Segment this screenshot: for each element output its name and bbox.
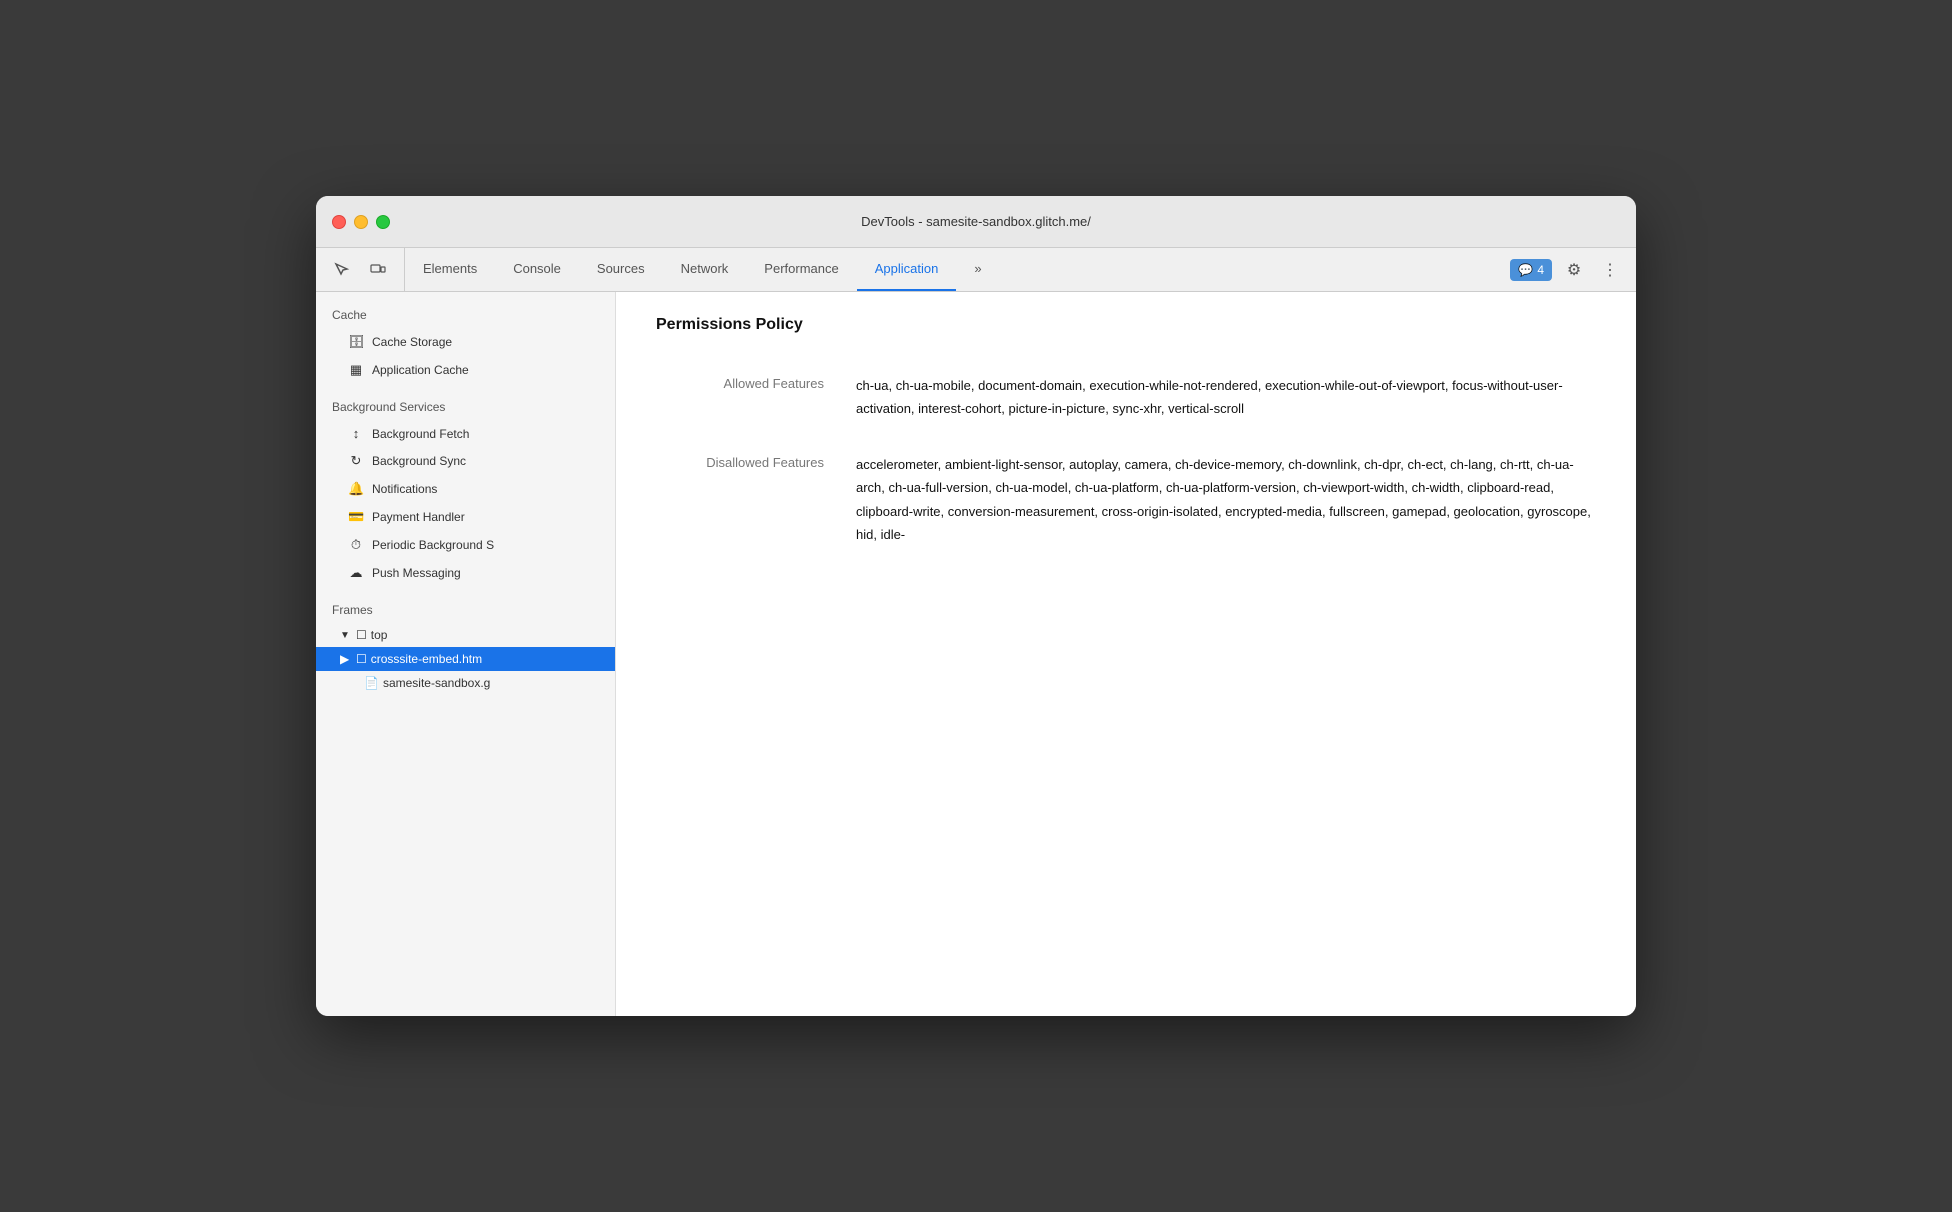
sidebar-item-push-messaging[interactable]: ☁ Push Messaging [316,559,615,587]
sidebar-tree-top-label: top [371,628,388,642]
allowed-features-value: ch-ua, ch-ua-mobile, document-domain, ex… [856,374,1596,421]
disallowed-features-value: accelerometer, ambient-light-sensor, aut… [856,453,1596,547]
sidebar: Cache 🗄 Cache Storage ▦ Application Cach… [316,292,616,1016]
notification-badge[interactable]: 💬 4 [1510,259,1552,281]
titlebar: DevTools - samesite-sandbox.glitch.me/ [316,196,1636,248]
badge-count: 4 [1537,263,1544,277]
sidebar-item-application-cache-label: Application Cache [372,363,469,377]
page-title: Permissions Policy [656,316,1596,334]
fetch-icon: ↕ [348,426,364,441]
allowed-features-label: Allowed Features [656,374,856,391]
sync-icon: ↻ [348,453,364,469]
maximize-button[interactable] [376,215,390,229]
toolbar-left-icons [316,248,405,291]
devtools-window: DevTools - samesite-sandbox.glitch.me/ E… [316,196,1636,1016]
disallowed-features-row: Disallowed Features accelerometer, ambie… [656,437,1596,563]
sidebar-item-background-fetch[interactable]: ↕ Background Fetch [316,420,615,447]
traffic-lights [332,215,390,229]
close-button[interactable] [332,215,346,229]
tab-sources[interactable]: Sources [579,248,663,291]
settings-icon[interactable]: ⚙ [1560,256,1588,284]
tab-application[interactable]: Application [857,248,957,291]
clock-icon: ⏱ [348,537,364,553]
sidebar-item-periodic-background[interactable]: ⏱ Periodic Background S [316,531,615,559]
toolbar-right: 💬 4 ⚙ ⋮ [1498,248,1636,291]
more-options-icon[interactable]: ⋮ [1596,256,1624,284]
sidebar-tree-frame-sub[interactable]: 📄 samesite-sandbox.g [316,671,615,695]
file-icon: 📄 [364,676,379,690]
grid-icon: ▦ [348,362,364,378]
cache-section-header: Cache [316,292,615,328]
sidebar-item-payment-handler[interactable]: 💳 Payment Handler [316,503,615,531]
cloud-icon: ☁ [348,565,364,581]
tab-performance[interactable]: Performance [746,248,856,291]
inspect-icon[interactable] [328,256,356,284]
sidebar-item-payment-handler-label: Payment Handler [372,510,465,524]
toolbar-tabs: Elements Console Sources Network Perform… [405,248,1498,291]
database-icon: 🗄 [348,334,364,350]
chevron-right-icon: ▶ [340,652,352,666]
payment-icon: 💳 [348,509,364,525]
content-area: Permissions Policy Allowed Features ch-u… [616,292,1636,1016]
tab-more[interactable]: » [956,248,999,291]
sidebar-item-background-fetch-label: Background Fetch [372,427,469,441]
sidebar-item-push-messaging-label: Push Messaging [372,566,461,580]
tab-network[interactable]: Network [663,248,747,291]
sidebar-item-background-sync[interactable]: ↻ Background Sync [316,447,615,475]
minimize-button[interactable] [354,215,368,229]
tab-elements[interactable]: Elements [405,248,495,291]
bell-icon: 🔔 [348,481,364,497]
sidebar-item-cache-storage[interactable]: 🗄 Cache Storage [316,328,615,356]
frame-embed-icon: ☐ [356,652,367,666]
toolbar: Elements Console Sources Network Perform… [316,248,1636,292]
window-title: DevTools - samesite-sandbox.glitch.me/ [861,214,1091,229]
sidebar-item-background-sync-label: Background Sync [372,454,466,468]
tab-console[interactable]: Console [495,248,579,291]
background-services-section-header: Background Services [316,384,615,420]
disallowed-features-label: Disallowed Features [656,453,856,470]
sidebar-tree-top[interactable]: ▼ ☐ top [316,623,615,647]
sidebar-item-cache-storage-label: Cache Storage [372,335,452,349]
sidebar-tree-frame-active[interactable]: ▶ ☐ crosssite-embed.htm [316,647,615,671]
allowed-features-row: Allowed Features ch-ua, ch-ua-mobile, do… [656,358,1596,437]
sidebar-tree-frame-active-label: crosssite-embed.htm [371,652,482,666]
badge-icon: 💬 [1518,263,1533,277]
sidebar-item-periodic-background-label: Periodic Background S [372,538,494,552]
frame-icon: ☐ [356,628,367,642]
chevron-down-icon: ▼ [340,630,352,641]
sidebar-item-notifications-label: Notifications [372,482,437,496]
sidebar-item-notifications[interactable]: 🔔 Notifications [316,475,615,503]
frames-section-header: Frames [316,587,615,623]
main-content: Cache 🗄 Cache Storage ▦ Application Cach… [316,292,1636,1016]
sidebar-tree-frame-sub-label: samesite-sandbox.g [383,676,490,690]
device-toggle-icon[interactable] [364,256,392,284]
sidebar-item-application-cache[interactable]: ▦ Application Cache [316,356,615,384]
